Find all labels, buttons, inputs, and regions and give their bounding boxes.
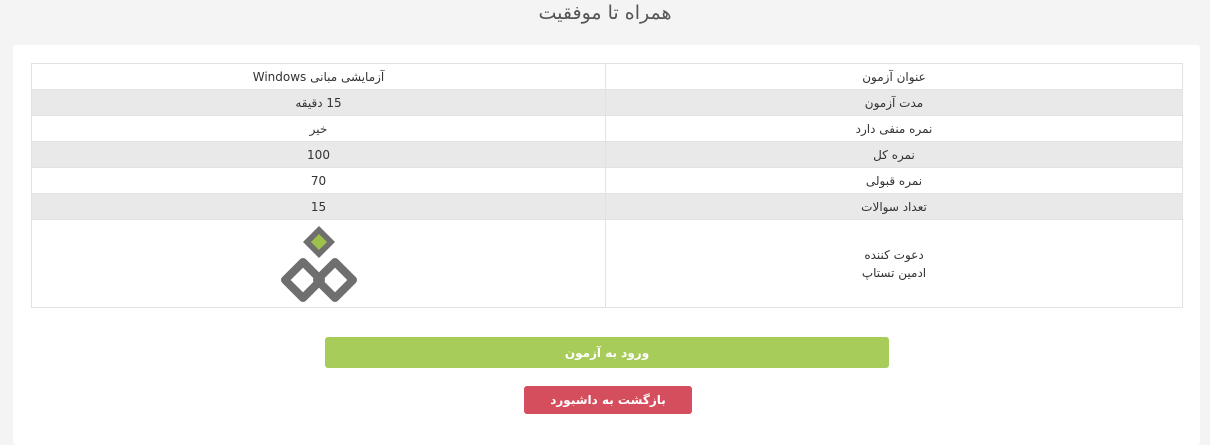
row-label: نمره کل bbox=[605, 141, 1183, 168]
table-row: نمره منفی دارد خیر bbox=[31, 115, 1183, 142]
inviter-row: دعوت کننده ادمین تستاپ bbox=[31, 219, 1183, 308]
inviter-label: دعوت کننده bbox=[864, 247, 924, 262]
exam-details-card: عنوان آزمون آزمایشی مبانی Windows مدت آز… bbox=[13, 45, 1200, 445]
row-value: 100 bbox=[31, 141, 606, 168]
inviter-name: ادمین تستاپ bbox=[861, 265, 927, 280]
row-value: خیر bbox=[31, 115, 606, 142]
page-title: همراه تا موفقیت bbox=[538, 2, 672, 24]
row-label: تعداد سوالات bbox=[605, 193, 1183, 220]
inviter-logo-cell bbox=[31, 219, 606, 308]
row-value: 15 دقیقه bbox=[31, 89, 606, 116]
back-to-dashboard-button[interactable]: بازگشت به داشبورد bbox=[524, 386, 692, 414]
table-row: نمره کل 100 bbox=[31, 141, 1183, 168]
inviter-cell: دعوت کننده ادمین تستاپ bbox=[605, 219, 1183, 308]
row-value: 70 bbox=[31, 167, 606, 194]
row-value: آزمایشی مبانی Windows bbox=[31, 63, 606, 90]
exam-info-table: عنوان آزمون آزمایشی مبانی Windows مدت آز… bbox=[31, 63, 1183, 308]
row-label: عنوان آزمون bbox=[605, 63, 1183, 90]
row-value: 15 bbox=[31, 193, 606, 220]
table-row: عنوان آزمون آزمایشی مبانی Windows bbox=[31, 63, 1183, 90]
row-label: مدت آزمون bbox=[605, 89, 1183, 116]
row-label: نمره منفی دارد bbox=[605, 115, 1183, 142]
organization-logo-icon bbox=[280, 225, 357, 302]
table-row: تعداد سوالات 15 bbox=[31, 193, 1183, 220]
start-exam-button[interactable]: ورود به آزمون bbox=[325, 337, 889, 368]
table-row: نمره قبولی 70 bbox=[31, 167, 1183, 194]
table-row: مدت آزمون 15 دقیقه bbox=[31, 89, 1183, 116]
row-label: نمره قبولی bbox=[605, 167, 1183, 194]
